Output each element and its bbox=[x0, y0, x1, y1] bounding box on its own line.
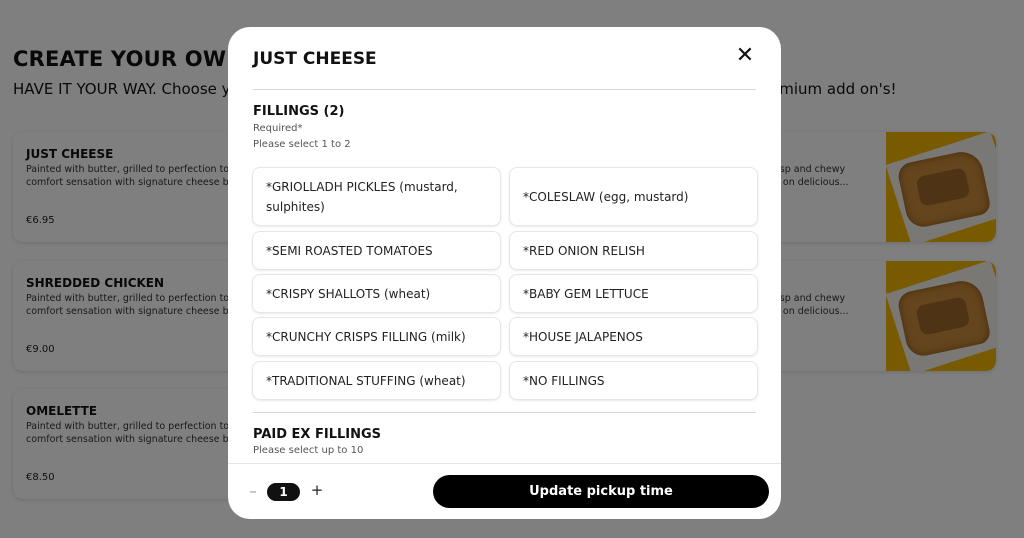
filling-option[interactable]: *NO FILLINGS bbox=[510, 362, 757, 399]
filling-option[interactable]: *SEMI ROASTED TOMATOES bbox=[253, 232, 500, 269]
filling-option[interactable]: *RED ONION RELISH bbox=[510, 232, 757, 269]
filling-option[interactable]: *CRISPY SHALLOTS (wheat) bbox=[253, 275, 500, 312]
filling-option[interactable]: *TRADITIONAL STUFFING (wheat) bbox=[253, 362, 500, 399]
filling-option[interactable]: *GRIOLLADH PICKLES (mustard, sulphites) bbox=[253, 168, 500, 225]
section-title-fillings: FILLINGS (2) bbox=[253, 104, 345, 119]
item-options-modal: JUST CHEESE ✕ FILLINGS (2) Required* Ple… bbox=[228, 27, 781, 519]
quantity-increase-button[interactable]: + bbox=[310, 481, 324, 499]
paid-selection-instruction: Please select up to 10 bbox=[253, 445, 364, 456]
required-label: Required* bbox=[253, 123, 303, 134]
quantity-decrease-button[interactable]: – bbox=[246, 482, 260, 500]
filling-option[interactable]: *CRUNCHY CRISPS FILLING (milk) bbox=[253, 318, 500, 355]
update-pickup-time-button[interactable]: Update pickup time bbox=[433, 475, 769, 508]
divider bbox=[253, 89, 756, 90]
filling-option[interactable]: *COLESLAW (egg, mustard) bbox=[510, 168, 757, 225]
modal-title: JUST CHEESE bbox=[253, 49, 377, 69]
quantity-value: 1 bbox=[267, 483, 300, 501]
filling-option[interactable]: *BABY GEM LETTUCE bbox=[510, 275, 757, 312]
section-title-paid-fillings: PAID EX FILLINGS bbox=[253, 427, 382, 442]
close-icon[interactable]: ✕ bbox=[733, 43, 757, 68]
divider bbox=[253, 412, 756, 413]
footer-divider bbox=[228, 463, 781, 464]
selection-instruction: Please select 1 to 2 bbox=[253, 139, 351, 150]
filling-option[interactable]: *HOUSE JALAPENOS bbox=[510, 318, 757, 355]
